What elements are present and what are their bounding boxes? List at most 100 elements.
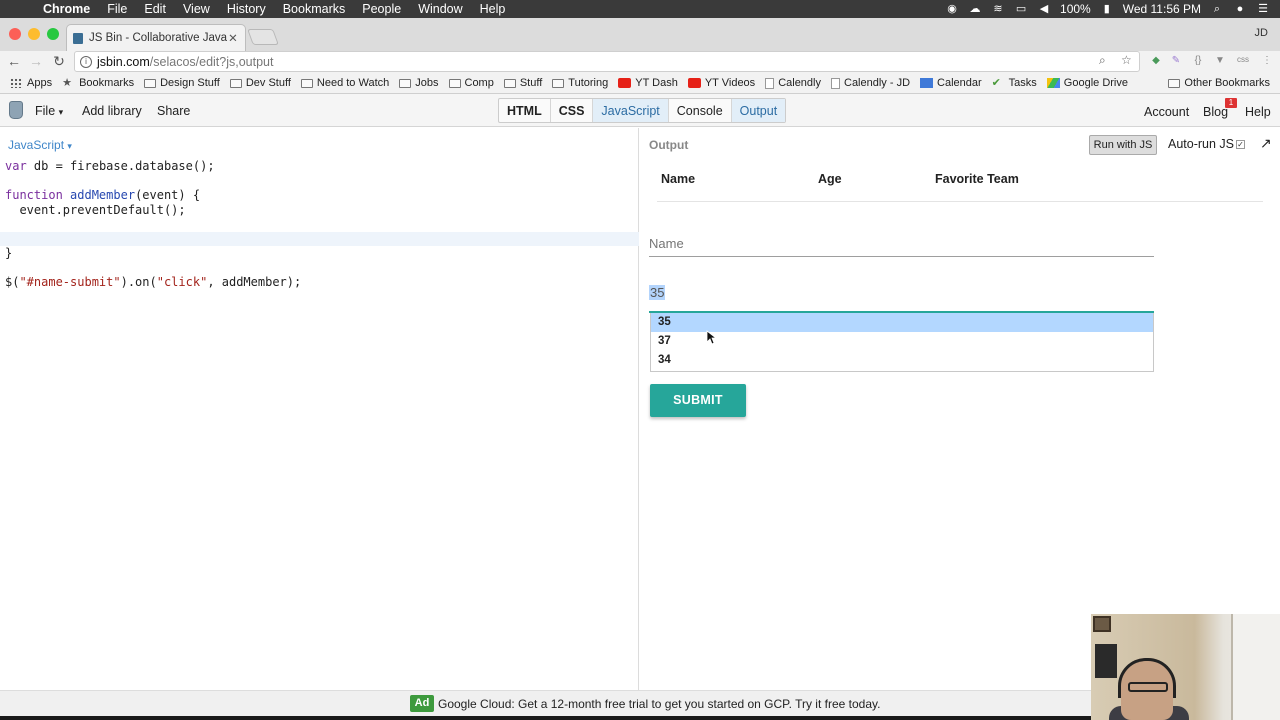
- menu-people[interactable]: People: [362, 2, 401, 16]
- clock[interactable]: Wed 11:56 PM: [1123, 2, 1201, 16]
- autorun-checkbox[interactable]: ✓: [1236, 140, 1245, 149]
- menu-view[interactable]: View: [183, 2, 210, 16]
- tab-output[interactable]: Output: [731, 99, 786, 122]
- age-dropdown-list: 35 37 34: [650, 313, 1154, 372]
- folder-icon: [144, 78, 157, 88]
- code-area[interactable]: var db = firebase.database(); function a…: [0, 159, 639, 290]
- ad-text-link[interactable]: Google Cloud: Get a 12-month free trial …: [438, 697, 880, 711]
- notification-center-icon[interactable]: ☰: [1256, 3, 1270, 15]
- extension-pen-icon[interactable]: ✎: [1169, 55, 1183, 69]
- bookmark-tutoring[interactable]: Tutoring: [552, 77, 608, 89]
- menu-history[interactable]: History: [227, 2, 266, 16]
- menu-window[interactable]: Window: [418, 2, 462, 16]
- battery-icon[interactable]: ▮: [1100, 3, 1114, 15]
- siri-icon[interactable]: ●: [1233, 3, 1247, 15]
- name-input[interactable]: [649, 226, 1154, 257]
- bookmark-label: YT Dash: [635, 77, 678, 89]
- bookmark-dev-stuff[interactable]: Dev Stuff: [229, 77, 291, 89]
- address-bar[interactable]: i jsbin.com/selacos/edit?js,output: [74, 51, 1140, 72]
- status-app-icon[interactable]: ◉: [945, 3, 959, 15]
- menu-app-name[interactable]: Chrome: [43, 2, 90, 16]
- tab-html[interactable]: HTML: [499, 99, 551, 122]
- bookmark-apps[interactable]: Apps: [10, 77, 52, 89]
- bookmark-jobs[interactable]: Jobs: [399, 77, 439, 89]
- wifi-icon[interactable]: ≋: [991, 3, 1005, 15]
- bookmark-label: Dev Stuff: [245, 77, 291, 89]
- javascript-editor-panel[interactable]: JavaScript ▾ var db = firebase.database(…: [0, 128, 639, 690]
- age-option[interactable]: 34: [651, 351, 1153, 370]
- youtube-icon: [618, 78, 632, 88]
- folder-icon: [1168, 78, 1181, 88]
- extension-icon[interactable]: ◆: [1149, 55, 1163, 69]
- tab-console[interactable]: Console: [669, 99, 732, 122]
- bookmark-star-icon[interactable]: ☆: [1121, 53, 1132, 67]
- menu-bookmarks[interactable]: Bookmarks: [283, 2, 346, 16]
- battery-percent[interactable]: 100%: [1060, 2, 1091, 16]
- forward-icon[interactable]: →: [27, 52, 45, 70]
- jsbin-logo-icon[interactable]: [9, 101, 23, 119]
- airplay-icon[interactable]: ▭: [1014, 3, 1028, 15]
- age-select[interactable]: 35: [649, 284, 1154, 313]
- run-with-js-button[interactable]: Run with JS: [1089, 135, 1157, 155]
- bookmark-tasks[interactable]: ✔ Tasks: [992, 77, 1037, 89]
- menu-edit[interactable]: Edit: [144, 2, 166, 16]
- bookmark-design-stuff[interactable]: Design Stuff: [144, 77, 220, 89]
- bookmark-comp[interactable]: Comp: [448, 77, 494, 89]
- popout-arrow-icon[interactable]: ↗: [1260, 135, 1272, 152]
- chrome-menu-icon[interactable]: ⋮: [1260, 55, 1274, 69]
- age-option[interactable]: 35: [651, 313, 1153, 332]
- menu-file[interactable]: File: [107, 2, 127, 16]
- bookmark-label: Jobs: [415, 77, 439, 89]
- close-tab-icon[interactable]: ✕: [227, 31, 239, 45]
- extension-filter-icon[interactable]: ▼: [1213, 55, 1227, 69]
- ad-bar: Ad Google Cloud: Get a 12-month free tri…: [0, 690, 1280, 716]
- bookmark-stuff[interactable]: Stuff: [503, 77, 542, 89]
- zoom-icon[interactable]: ⌕: [1099, 53, 1106, 68]
- cloud-icon[interactable]: ☁: [968, 3, 982, 15]
- bookmark-label: Design Stuff: [160, 77, 220, 89]
- minimize-window-icon[interactable]: [28, 28, 40, 40]
- add-library-button[interactable]: Add library: [82, 104, 142, 118]
- check-icon: ✔: [991, 77, 1001, 89]
- file-menu[interactable]: File ▾: [35, 104, 63, 118]
- age-option[interactable]: 37: [651, 332, 1153, 351]
- new-tab-button[interactable]: [247, 29, 279, 45]
- share-button[interactable]: Share: [157, 104, 190, 118]
- submit-button[interactable]: SUBMIT: [650, 384, 746, 417]
- spotlight-search-icon[interactable]: ⌕: [1210, 3, 1224, 15]
- code-line: function addMember(event) {: [5, 188, 201, 202]
- bookmark-yt-videos[interactable]: YT Videos: [687, 77, 756, 89]
- back-icon[interactable]: ←: [5, 52, 23, 70]
- browser-tab-strip: JS Bin - Collaborative JavaScr ✕ JD: [0, 18, 1280, 51]
- bookmark-label: Need to Watch: [316, 77, 390, 89]
- bookmark-label: Google Drive: [1063, 77, 1128, 89]
- url-path: /selacos/edit?js,output: [149, 54, 274, 69]
- bookmark-google-drive[interactable]: Google Drive: [1046, 77, 1128, 89]
- bookmark-calendly[interactable]: Calendly: [765, 77, 821, 89]
- bookmark-need-to-watch[interactable]: Need to Watch: [300, 77, 390, 89]
- site-info-icon[interactable]: i: [80, 55, 92, 68]
- extension-css-icon[interactable]: css: [1236, 55, 1250, 69]
- profile-button[interactable]: JD: [1255, 27, 1268, 39]
- extension-braces-icon[interactable]: {}: [1191, 55, 1205, 69]
- help-link[interactable]: Help: [1245, 105, 1271, 119]
- browser-tab-active[interactable]: JS Bin - Collaborative JavaScr ✕: [66, 24, 246, 51]
- bookmark-bookmarks[interactable]: ★ Bookmarks: [62, 77, 134, 89]
- tab-css[interactable]: CSS: [551, 99, 594, 122]
- bookmark-calendar[interactable]: Calendar: [920, 77, 982, 89]
- bookmark-label: Calendar: [937, 77, 982, 89]
- reload-icon[interactable]: ↻: [50, 52, 68, 70]
- url-host: jsbin.com: [97, 54, 150, 69]
- volume-icon[interactable]: ◀: [1037, 3, 1051, 15]
- tab-javascript[interactable]: JavaScript: [593, 99, 669, 122]
- other-bookmarks[interactable]: Other Bookmarks: [1168, 77, 1270, 89]
- zoom-window-icon[interactable]: [47, 28, 59, 40]
- close-window-icon[interactable]: [9, 28, 21, 40]
- menu-help[interactable]: Help: [480, 2, 506, 16]
- editor-language-dropdown[interactable]: JavaScript ▾: [8, 138, 72, 152]
- bookmark-calendly-jd[interactable]: Calendly - JD: [831, 77, 910, 89]
- bookmark-yt-dash[interactable]: YT Dash: [618, 77, 678, 89]
- bookmark-label: YT Videos: [704, 77, 756, 89]
- account-menu[interactable]: Account: [1144, 105, 1189, 119]
